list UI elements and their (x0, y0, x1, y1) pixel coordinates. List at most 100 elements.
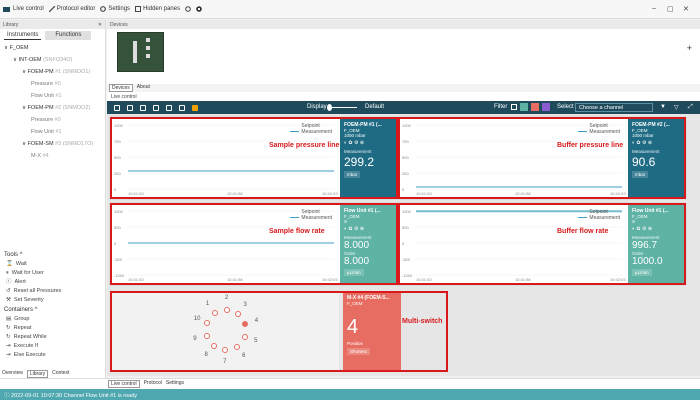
tools-item-label: Wait for User (11, 270, 44, 276)
tree-node-label: FOEM-PM (27, 105, 54, 111)
tree-node[interactable]: Flow Unit #1 (0, 90, 105, 102)
containers-item-icon: ▤ (6, 316, 12, 322)
stop-square-icon[interactable] (192, 104, 198, 111)
settings-menu[interactable]: Settings (100, 6, 130, 12)
tab-protocol[interactable]: Protocol (144, 380, 162, 388)
containers-header[interactable]: Containers ^ (0, 305, 106, 315)
maximize-icon[interactable]: ▢ (667, 5, 674, 13)
containers-item[interactable]: ↻ Repeat (0, 324, 106, 333)
live-control-label: Live control (13, 6, 44, 12)
tree-node[interactable]: ∨ F_OEM (0, 42, 105, 54)
containers-item[interactable]: ↻ Repeat While (0, 333, 106, 342)
tree-node-id: #1 (55, 93, 62, 99)
tree-node[interactable]: Flow Unit #1 (0, 126, 105, 138)
add-device-icon[interactable]: + (687, 43, 692, 53)
info-icon: ⓘ (4, 393, 10, 399)
devices-tabs: Devices About (107, 84, 700, 92)
multiswitch-annotation-box (110, 291, 448, 372)
camera-icon[interactable] (179, 104, 185, 111)
tree-node[interactable]: ∨ FOEM-PM #1 (SNMOO1) (0, 66, 105, 78)
devices-panel: Devices + (107, 20, 700, 84)
display-value: Default (365, 104, 385, 110)
containers-item-icon: ⇥ (6, 352, 11, 358)
tools-item[interactable]: ⏸ Wait for User (0, 269, 106, 278)
tab-devices[interactable]: Devices (109, 84, 133, 92)
devices-title-bar: Devices (107, 20, 700, 29)
status-message: ⓘ 2022-09-01 10:07:30 Channel Flow Unit … (0, 389, 700, 400)
tree-node-id: #1 (55, 129, 62, 135)
filter-switch-icon[interactable] (531, 103, 539, 111)
channel-annotation-box (110, 117, 398, 199)
containers-item-icon: ↻ (6, 325, 11, 331)
containers-item[interactable]: ⇥ Execute If (0, 342, 106, 351)
display-slider-handle[interactable] (327, 104, 332, 111)
open-icon[interactable] (127, 104, 133, 111)
filter-r-icon[interactable] (542, 103, 550, 111)
tab-library[interactable]: Library (26, 370, 49, 378)
display-label: Display (307, 104, 327, 110)
refresh-button[interactable] (185, 6, 191, 12)
tab-overview[interactable]: Overview (2, 370, 23, 378)
tab-about[interactable]: About (137, 84, 150, 92)
channel-annotation: Sample pressure line (269, 142, 340, 149)
containers-item[interactable]: ⇥ Else Execute (0, 351, 106, 360)
tools-header[interactable]: Tools ^ (0, 250, 106, 260)
device-thumbnail[interactable] (117, 32, 164, 72)
tree-node[interactable]: Pressure #0 (0, 114, 105, 126)
tab-settings[interactable]: Settings (166, 380, 184, 388)
hidden-panes-menu[interactable]: Hidden panes (135, 6, 180, 12)
tab-instruments[interactable]: Instruments (4, 31, 42, 40)
containers-item[interactable]: ▤ Group (0, 315, 106, 324)
filter-tool-icon[interactable]: ▼ (660, 104, 666, 110)
channel-select[interactable]: Choose a channel (575, 103, 653, 112)
panes-icon (135, 6, 142, 12)
tools-item[interactable]: ⌛ Wait (0, 260, 106, 269)
tools-item-icon: ⌛ (6, 261, 13, 267)
close-icon[interactable]: ✕ (683, 5, 689, 13)
tree-node[interactable]: M-X #4 (0, 150, 105, 162)
live-control-title: Live control (111, 94, 137, 100)
containers-item-label: Repeat (13, 325, 32, 331)
grid-icon[interactable] (166, 104, 172, 111)
refresh-icon (185, 6, 191, 12)
filter-flow-icon[interactable] (520, 103, 528, 111)
live-control-menu[interactable]: Live control (3, 6, 44, 13)
tree-node[interactable]: ∨ INT-OEM (SNFO34O) (0, 54, 105, 66)
live-control-title-bar: Live control (107, 92, 700, 101)
save-icon[interactable] (114, 104, 120, 111)
filter-pressure-icon[interactable] (511, 104, 517, 110)
devices-title: Devices (110, 22, 128, 28)
library-title-bar: Library ✕ (0, 20, 105, 29)
tab-live-control[interactable]: Live control (108, 380, 140, 388)
protocol-editor-menu[interactable]: Protocol editor (48, 6, 95, 12)
channel-annotation: Sample flow rate (269, 228, 325, 235)
multiswitch-annotation: Multi-switch (402, 318, 443, 325)
status-text: 2022-09-01 10:07:30 Channel Flow Unit #1… (11, 393, 138, 399)
tools-item[interactable]: ↺ Reset all Pressures (0, 287, 106, 296)
tree-node[interactable]: ∨ FOEM-PM #2 (SNMOO2) (0, 102, 105, 114)
channel-annotation-box (398, 203, 686, 285)
channel-annotation: Buffer flow rate (557, 228, 609, 235)
tree-node-label: FOEM-SM (27, 141, 54, 147)
filter-outline-icon[interactable]: ▽ (674, 104, 679, 111)
tab-functions[interactable]: Functions (45, 31, 92, 40)
tree-node[interactable]: Pressure #0 (0, 78, 105, 90)
tree-node-label: M-X (31, 153, 42, 159)
link-icon[interactable] (140, 104, 146, 111)
tools-item-label: Reset all Pressures (13, 288, 62, 294)
pencil-icon (48, 6, 55, 12)
containers-item-label: Execute If (13, 343, 39, 349)
tree-node[interactable]: ∨ FOEM-SM #3 (SNMO17O) (0, 138, 105, 150)
stop-button[interactable] (196, 6, 202, 12)
minimize-icon[interactable]: – (652, 5, 656, 12)
list-icon[interactable] (153, 104, 159, 111)
tools-item[interactable]: ⓘ Alert (0, 278, 106, 287)
expand-icon[interactable]: ⤢ (688, 104, 693, 111)
library-close-icon[interactable]: ✕ (98, 22, 102, 28)
tools-item[interactable]: ⚒ Set Severity (0, 296, 106, 305)
containers-item-icon: ↻ (6, 334, 11, 340)
tools-item-label: Set Severity (13, 297, 44, 303)
tab-context[interactable]: Context (52, 370, 69, 378)
tree-node-label: Flow Unit (31, 129, 54, 135)
select-label: Select (557, 104, 574, 110)
